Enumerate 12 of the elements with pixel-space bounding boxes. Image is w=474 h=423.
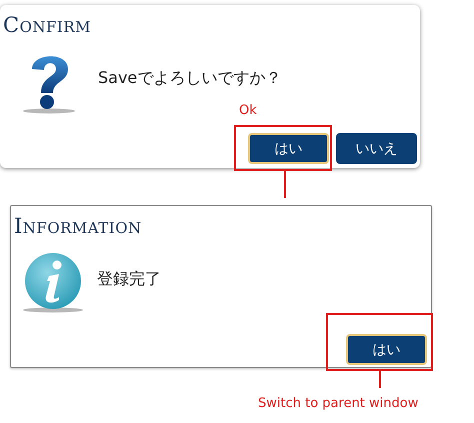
dialog-button[interactable]: いいえ <box>336 133 417 164</box>
annotation-label: Ok <box>239 103 257 118</box>
annotation-label: Switch to parent window <box>258 396 418 411</box>
dialog-message: Saveでよろしいですか？ <box>98 68 282 88</box>
dialog-message: 登録完了 <box>97 268 161 290</box>
dialog-button[interactable]: はい <box>346 334 427 365</box>
dialog-title: Information <box>13 213 142 238</box>
leader-line <box>284 171 286 198</box>
dialog-button[interactable]: はい <box>248 133 329 164</box>
info-icon <box>21 252 85 314</box>
leader-line <box>379 371 381 388</box>
dialog-title: Confirm <box>2 12 91 37</box>
